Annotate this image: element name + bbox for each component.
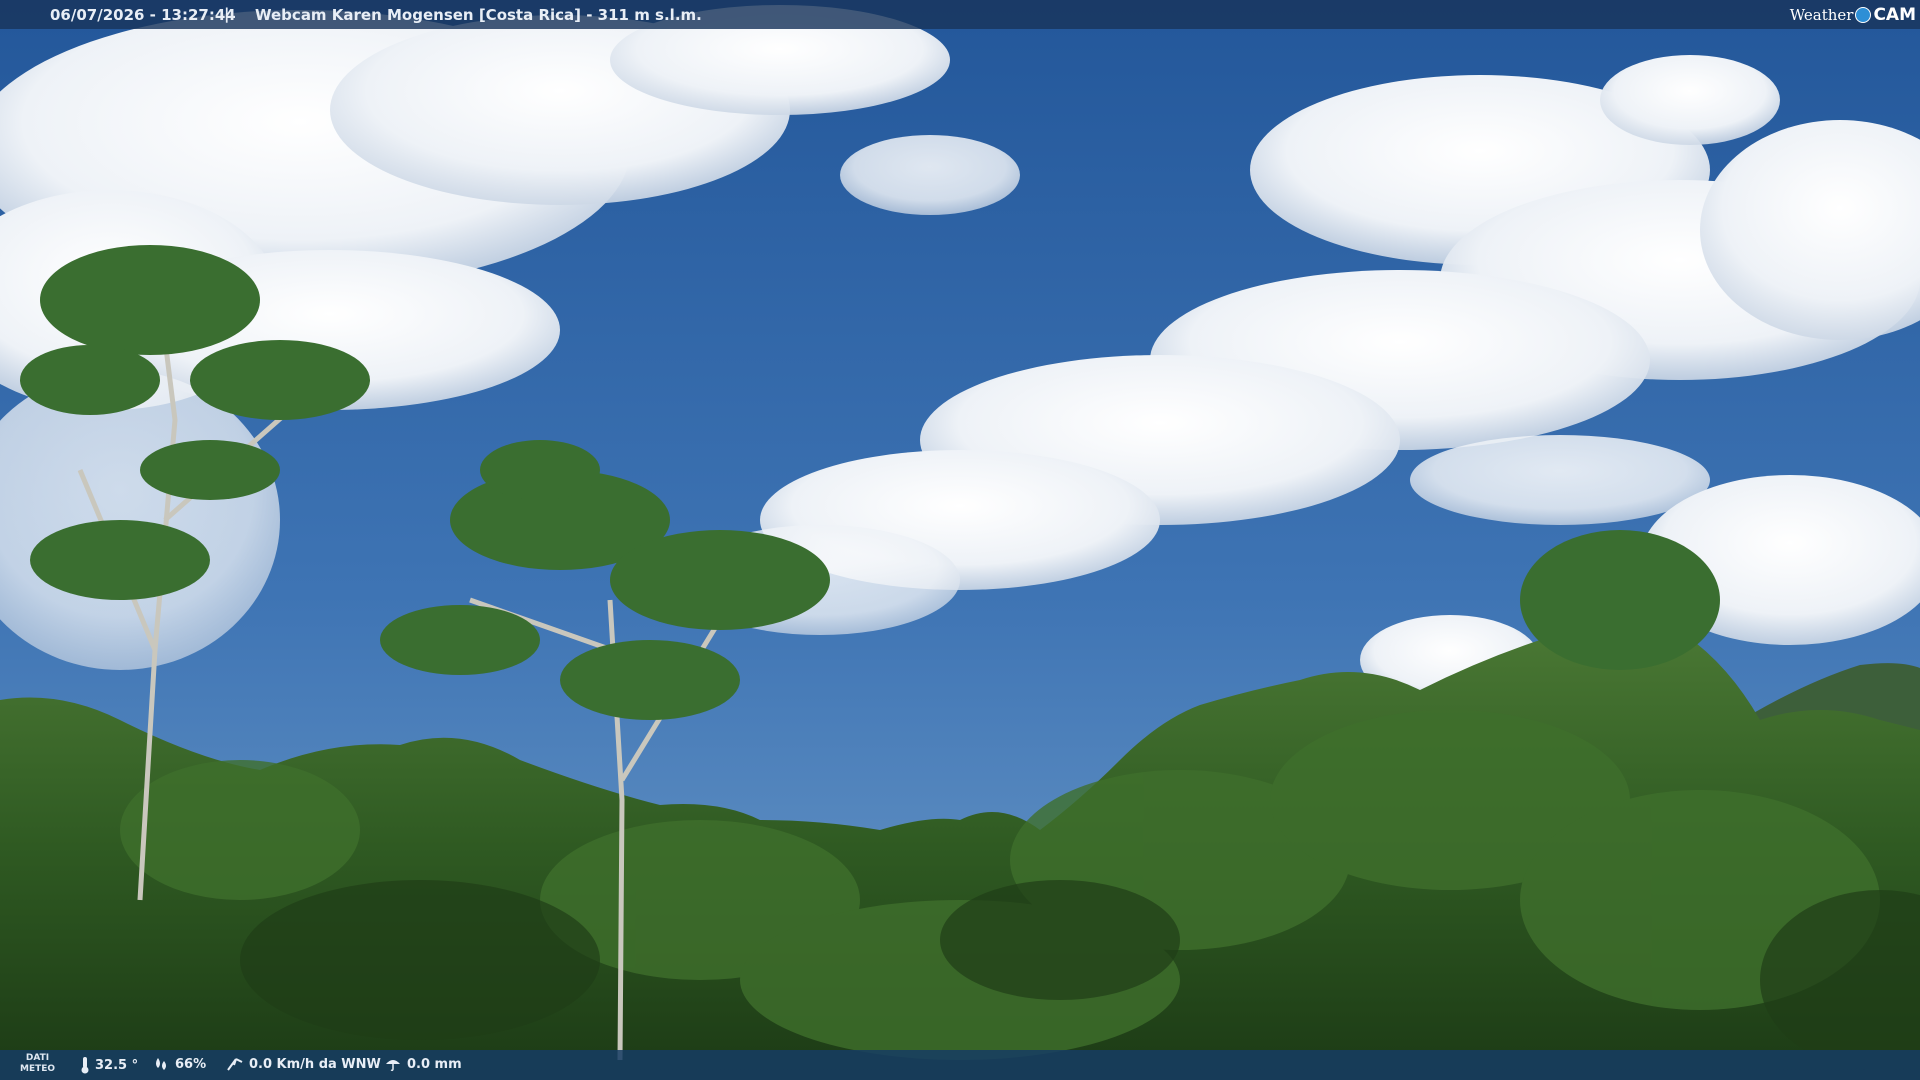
logo-cam-text: CAM: [1873, 4, 1916, 25]
weather-data-label: DATI METEO: [20, 1053, 55, 1075]
timestamp: 06/07/2026 - 13:27:44: [50, 6, 236, 24]
wind-value: 0.0 Km/h da WNW: [249, 1056, 381, 1072]
rain-reading: 0.0 mm: [384, 1056, 462, 1072]
temperature-reading: 32.5 °: [80, 1056, 138, 1074]
webcam-scene: [0, 0, 1920, 1080]
webcam-header-bar: 06/07/2026 - 13:27:44 | Webcam Karen Mog…: [0, 0, 1920, 29]
weather-data-bar: DATI METEO 32.5 ° 66% 0.0 Km/h da WNW 0.…: [0, 1050, 1920, 1080]
logo-text: Weather: [1789, 5, 1854, 24]
weathercam-logo[interactable]: Weather CAM: [1790, 3, 1916, 26]
rain-value: 0.0 mm: [407, 1056, 462, 1072]
humidity-reading: 66%: [152, 1056, 206, 1072]
humidity-value: 66%: [175, 1056, 207, 1072]
wind-reading: 0.0 Km/h da WNW: [226, 1056, 381, 1072]
humidity-icon: [156, 1058, 166, 1070]
label-line-1: DATI: [25, 1053, 50, 1063]
wind-icon: [227, 1058, 243, 1071]
logo-dot-icon: [1855, 6, 1872, 23]
thermometer-icon: [81, 1057, 89, 1074]
temperature-value: 32.5 °: [95, 1057, 139, 1073]
header-separator: |: [224, 5, 230, 23]
location-title: Webcam Karen Mogensen [Costa Rica] - 311…: [255, 6, 702, 24]
label-line-2: METEO: [20, 1064, 56, 1074]
rain-icon: [386, 1060, 400, 1072]
